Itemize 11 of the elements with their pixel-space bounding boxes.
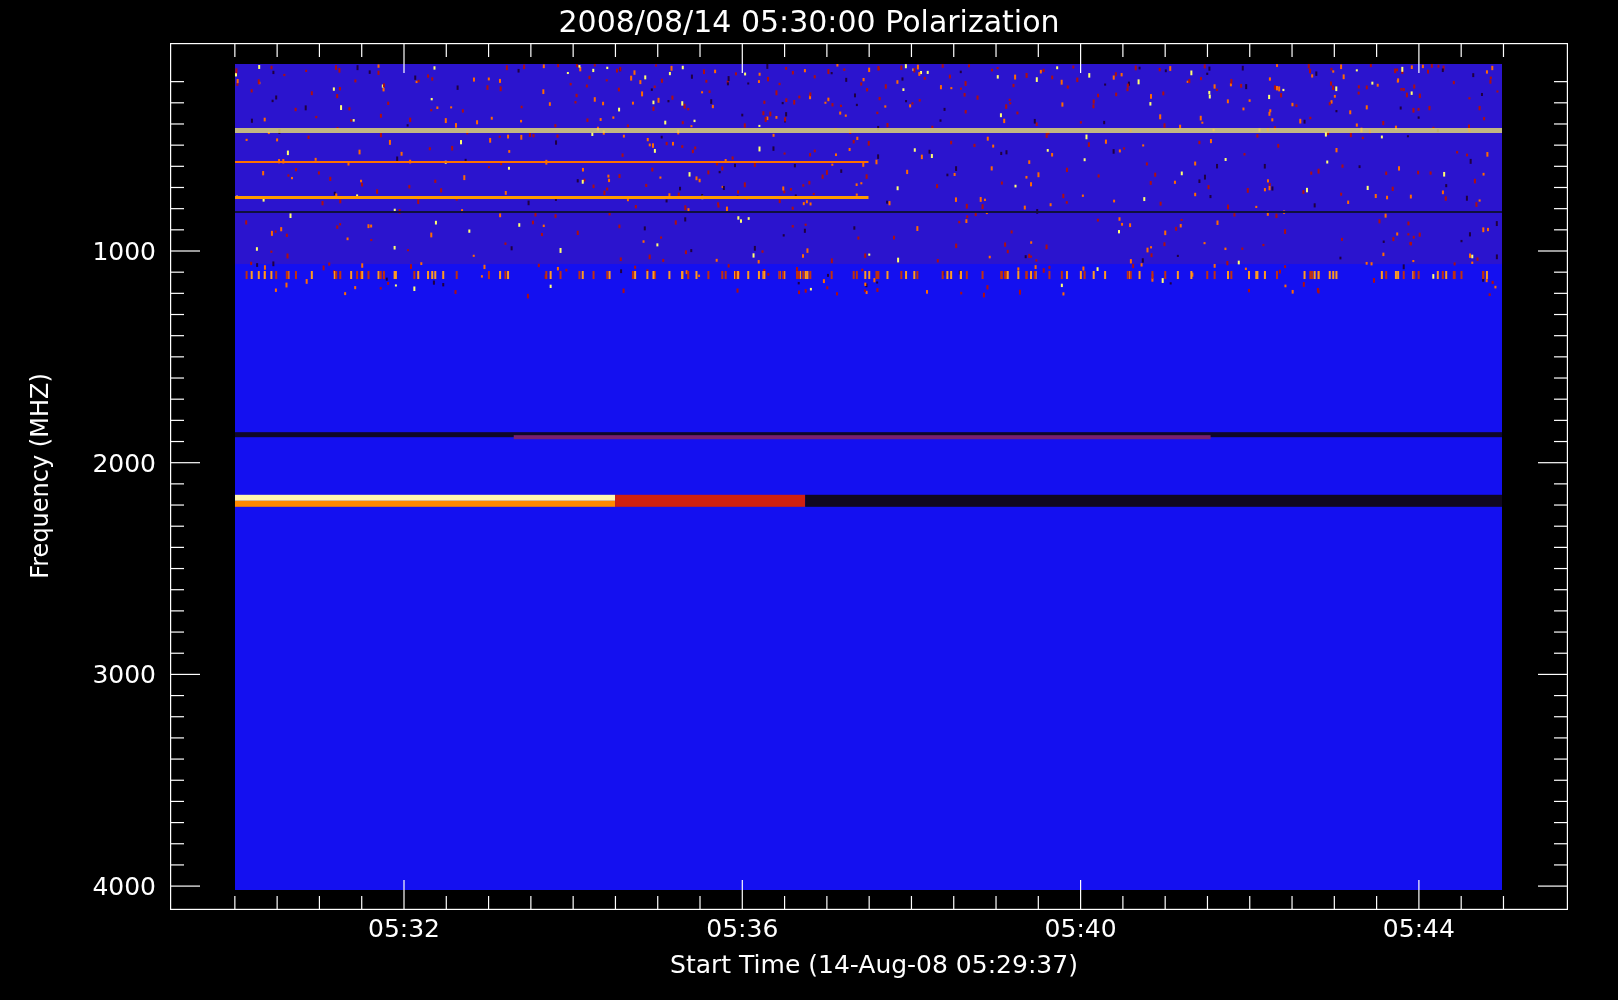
x-tick-label: 05:36 (706, 916, 779, 941)
y-tick-label: 1000 (92, 238, 156, 264)
y-tick-label: 2000 (92, 450, 156, 476)
y-axis-label: Frequency (MHZ) (25, 373, 55, 579)
x-tick-label: 05:44 (1382, 916, 1455, 941)
y-tick-label: 3000 (92, 661, 156, 687)
x-tick-label: 05:40 (1044, 916, 1117, 941)
x-tick-label: 05:32 (368, 916, 440, 941)
x-axis-label: Start Time (14-Aug-08 05:29:37) (670, 952, 1078, 977)
y-tick-label: 4000 (92, 873, 156, 899)
chart-title: 2008/08/14 05:30:00 Polarization (558, 6, 1060, 37)
